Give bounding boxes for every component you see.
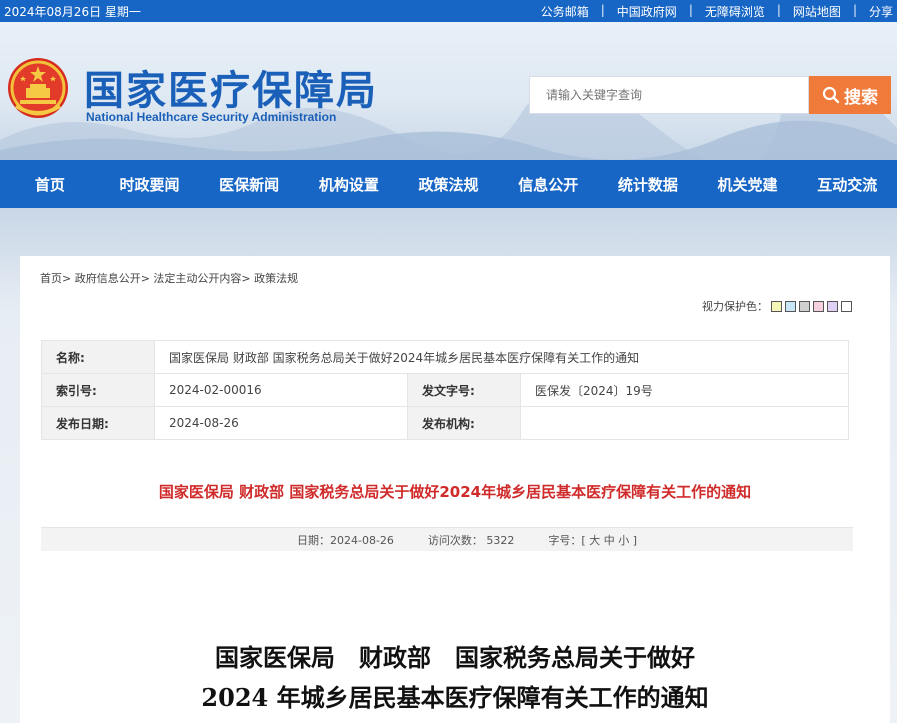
date-value: 2024-08-26 [154,406,408,440]
document-title-line2: 2024 年城乡居民基本医疗保障有关工作的通知 [201,683,709,712]
search-input[interactable] [530,77,808,113]
link-sitemap[interactable]: 网站地图 [793,3,841,20]
document-title: 国家医保局 财政部 国家税务总局关于做好 2024 年城乡居民基本医疗保障有关工… [20,638,890,718]
nav-current-affairs[interactable]: 时政要闻 [100,160,200,208]
nav-disclosure[interactable]: 信息公开 [498,160,598,208]
breadcrumb[interactable]: 首页> 政府信息公开> 法定主动公开内容> 政策法规 [40,270,298,286]
search-box [529,76,809,114]
color-swatch-blue[interactable] [785,300,796,312]
org-label: 发布机构: [407,406,521,440]
name-label: 名称: [41,340,155,374]
color-swatch-pink[interactable] [813,300,824,312]
link-share[interactable]: 分享 [869,3,893,20]
docno-value: 医保发〔2024〕19号 [520,373,849,407]
nav-home[interactable]: 首页 [0,160,100,208]
nav-policy[interactable]: 政策法规 [399,160,499,208]
content-card: 首页> 政府信息公开> 法定主动公开内容> 政策法规 视力保护色： 名称: 国家… [20,256,890,723]
article-headline: 国家医保局 财政部 国家税务总局关于做好2024年城乡居民基本医疗保障有关工作的… [158,483,752,501]
search-button[interactable]: 搜索 [809,76,891,114]
article-date: 日期：2024-08-26 [296,533,394,547]
docno-label: 发文字号: [407,373,521,407]
current-date: 2024年08月26日 星期一 [4,5,141,19]
separator: | [776,3,781,17]
color-swatch-yellow[interactable] [771,300,782,312]
link-accessibility[interactable]: 无障碍浏览 [705,3,765,20]
visit-count: 访问次数： 5322 [427,533,515,547]
national-emblem-icon [8,58,68,118]
color-swatch-purple[interactable] [827,300,838,312]
name-value: 国家医保局 财政部 国家税务总局关于做好2024年城乡居民基本医疗保障有关工作的… [154,340,849,374]
top-bar: 2024年08月26日 星期一 公务邮箱 | 中国政府网 | 无障碍浏览 | 网… [0,0,897,22]
top-links: 公务邮箱 | 中国政府网 | 无障碍浏览 | 网站地图 | 分享 [541,3,893,20]
table-row: 发布日期: 2024-08-26 发布机构: [41,406,849,440]
nav-interaction[interactable]: 互动交流 [797,160,897,208]
vision-protection: 视力保护色： [702,298,852,314]
link-gov[interactable]: 中国政府网 [617,3,677,20]
site-header: 国家医疗保障局 National Healthcare Security Adm… [0,22,897,160]
date-label: 发布日期: [41,406,155,440]
font-size-control[interactable]: 字号：[ 大 中 小 ] [548,532,637,548]
color-swatch-white[interactable] [841,300,852,312]
separator: | [688,3,693,17]
site-title-en: National Healthcare Security Administrat… [86,110,337,124]
nav-news[interactable]: 医保新闻 [199,160,299,208]
separator: | [600,3,605,17]
site-title-cn: 国家医疗保障局 [84,68,378,114]
nav-party[interactable]: 机关党建 [698,160,798,208]
main-nav: 首页 时政要闻 医保新闻 机构设置 政策法规 信息公开 统计数据 机关党建 互动… [0,160,897,208]
article-info-bar: 日期：2024-08-26 访问次数： 5322 字号：[ 大 中 小 ] [41,527,853,551]
search-button-label: 搜索 [844,87,878,108]
search-icon [822,86,840,104]
document-meta-table: 名称: 国家医保局 财政部 国家税务总局关于做好2024年城乡居民基本医疗保障有… [41,340,849,440]
link-mail[interactable]: 公务邮箱 [541,3,589,20]
document-title-line1: 国家医保局 财政部 国家税务总局关于做好 [215,643,695,672]
nav-statistics[interactable]: 统计数据 [598,160,698,208]
color-swatch-gray[interactable] [799,300,810,312]
nav-organization[interactable]: 机构设置 [299,160,399,208]
org-value [520,406,849,440]
table-row: 索引号: 2024-02-00016 发文字号: 医保发〔2024〕19号 [41,373,849,407]
vision-label: 视力保护色： [702,300,768,313]
table-row: 名称: 国家医保局 财政部 国家税务总局关于做好2024年城乡居民基本医疗保障有… [41,340,849,374]
index-label: 索引号: [41,373,155,407]
separator: | [852,3,857,17]
index-value: 2024-02-00016 [154,373,408,407]
